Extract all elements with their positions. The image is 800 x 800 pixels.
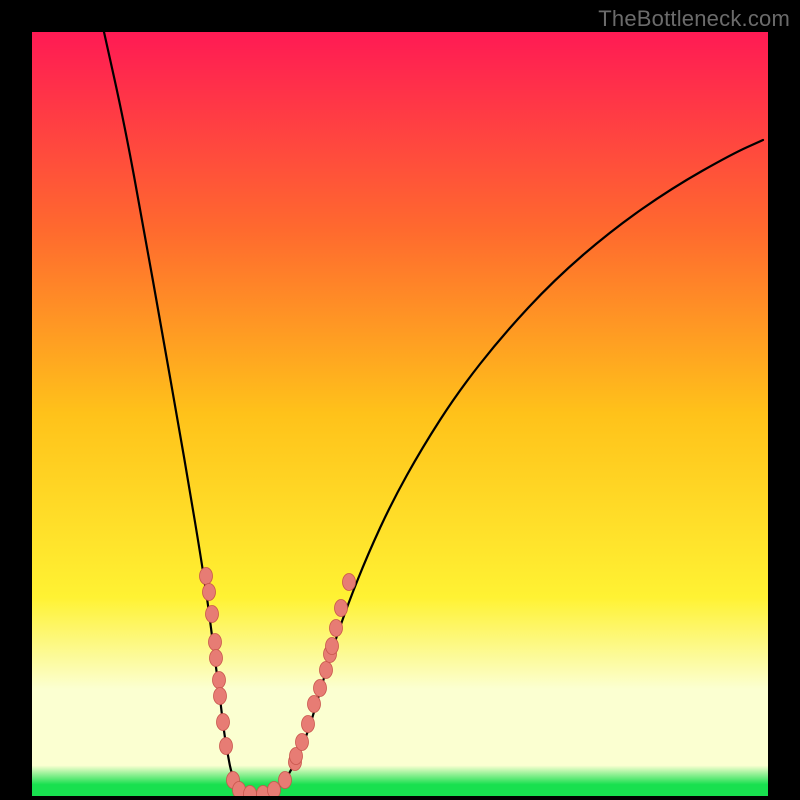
watermark-label: TheBottleneck.com xyxy=(598,6,790,32)
curve-marker xyxy=(209,634,222,651)
curve-marker xyxy=(335,600,348,617)
plot-svg xyxy=(32,32,768,796)
curve-marker xyxy=(296,734,309,751)
curve-marker xyxy=(220,738,233,755)
curve-marker xyxy=(320,662,333,679)
curve-marker xyxy=(279,772,292,789)
curve-marker xyxy=(206,606,219,623)
gradient-background xyxy=(32,32,768,796)
curve-marker xyxy=(302,716,315,733)
curve-marker xyxy=(203,584,216,601)
curve-marker xyxy=(308,696,321,713)
curve-marker xyxy=(217,714,230,731)
chart-frame: TheBottleneck.com xyxy=(0,0,800,800)
curve-marker xyxy=(200,568,213,585)
curve-marker xyxy=(268,782,281,797)
plot-area xyxy=(32,32,768,796)
curve-marker xyxy=(210,650,223,667)
curve-marker xyxy=(214,688,227,705)
curve-marker xyxy=(326,638,339,655)
curve-marker xyxy=(314,680,327,697)
curve-marker xyxy=(213,672,226,689)
curve-marker xyxy=(343,574,356,591)
curve-marker xyxy=(330,620,343,637)
